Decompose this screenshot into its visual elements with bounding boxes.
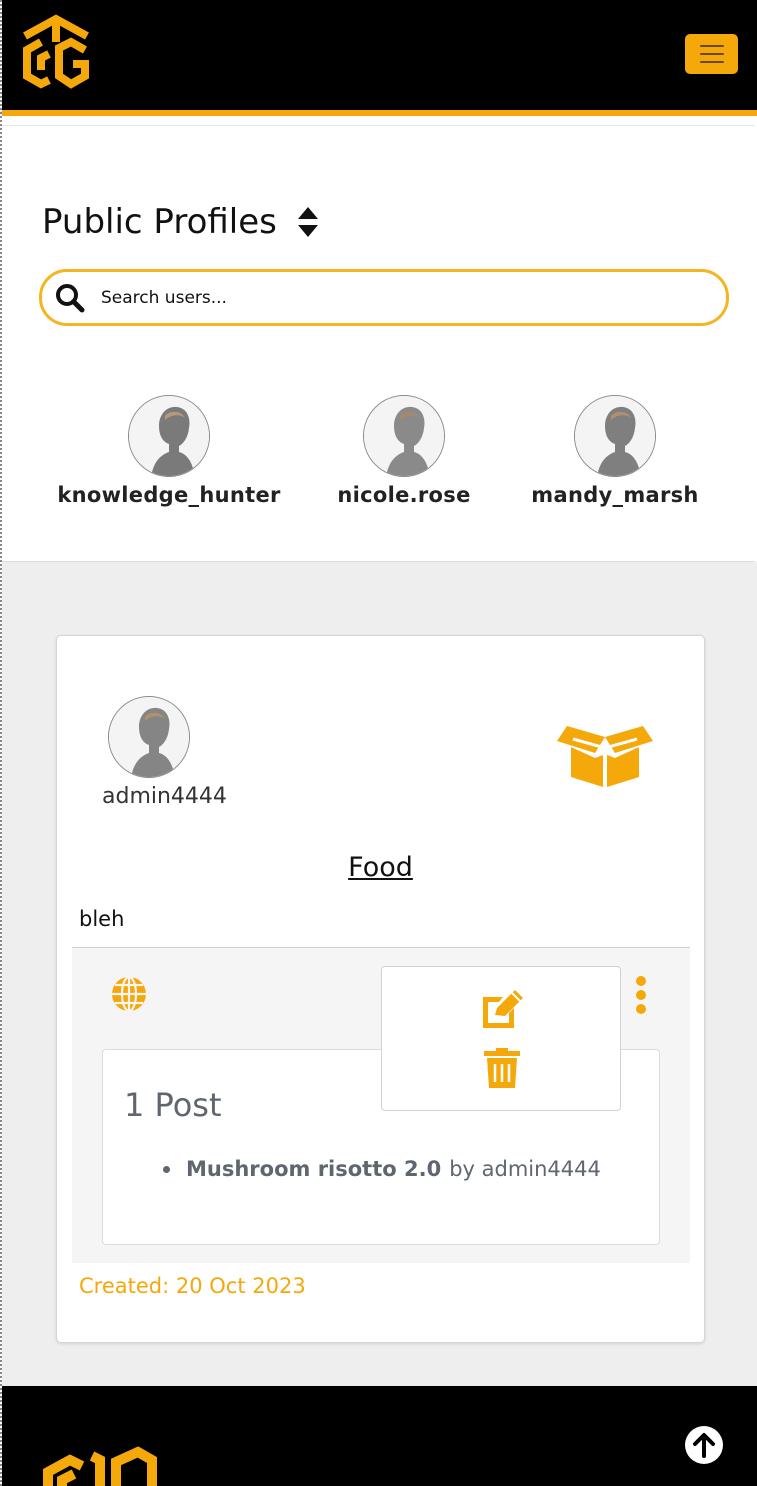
collection-card: admin4444 Food bleh 1 Post Mushroom riso… — [56, 635, 705, 1343]
top-navbar — [2, 0, 757, 110]
profile-card-nicole-rose[interactable]: nicole.rose — [337, 395, 471, 507]
hamburger-icon — [699, 45, 724, 47]
avatar — [574, 395, 656, 477]
collection-details-panel: 1 Post Mushroom risotto 2.0 by admin4444 — [72, 947, 690, 1263]
profile-card-knowledge-hunter[interactable]: knowledge_hunter — [57, 395, 281, 507]
search-input[interactable] — [101, 287, 681, 308]
created-date: Created: 20 Oct 2023 — [79, 1274, 306, 1298]
search-bar — [39, 269, 729, 326]
back-to-top-button[interactable] — [685, 1426, 723, 1464]
post-author: by admin4444 — [449, 1157, 601, 1181]
avatar — [363, 395, 445, 477]
post-list: Mushroom risotto 2.0 by admin4444 — [163, 1157, 601, 1181]
footer — [2, 1386, 757, 1486]
owner-username[interactable]: admin4444 — [102, 784, 227, 809]
menu-toggle-button[interactable] — [685, 34, 738, 74]
collection-title-link[interactable]: Food — [57, 852, 704, 883]
post-title-link[interactable]: Mushroom risotto 2.0 — [186, 1157, 441, 1181]
header-accent-stripe — [2, 110, 757, 116]
open-box-icon — [557, 726, 653, 787]
profile-card-mandy-marsh[interactable]: mandy_marsh — [528, 395, 702, 507]
profile-username: nicole.rose — [337, 483, 471, 507]
sort-icon[interactable] — [297, 206, 319, 238]
profile-username: knowledge_hunter — [57, 483, 281, 507]
collection-description: bleh — [79, 907, 125, 931]
arrow-up-icon — [693, 1433, 715, 1458]
actions-dropdown-menu — [381, 966, 621, 1111]
avatar — [128, 395, 210, 477]
profile-username: mandy_marsh — [531, 483, 699, 507]
profiles-title-text: Public Profiles — [42, 202, 277, 242]
list-item: Mushroom risotto 2.0 by admin4444 — [163, 1157, 601, 1181]
trash-icon[interactable] — [484, 1048, 520, 1088]
globe-icon — [112, 975, 146, 1013]
main-content: admin4444 Food bleh 1 Post Mushroom riso… — [2, 562, 757, 1386]
bullet-icon — [163, 1165, 170, 1173]
edit-icon[interactable] — [479, 989, 525, 1029]
page-title: Public Profiles — [42, 202, 319, 242]
posts-count: 1 Post — [124, 1086, 222, 1124]
cube-cg-logo-icon[interactable] — [19, 14, 93, 94]
footer-logo-icon — [43, 1446, 157, 1486]
public-profiles-section: Public Profiles knowledge_hunter — [2, 125, 755, 562]
owner-avatar[interactable] — [108, 696, 190, 778]
search-icon — [56, 283, 85, 312]
avatar — [108, 696, 190, 778]
kebab-menu-icon[interactable] — [635, 976, 647, 1014]
